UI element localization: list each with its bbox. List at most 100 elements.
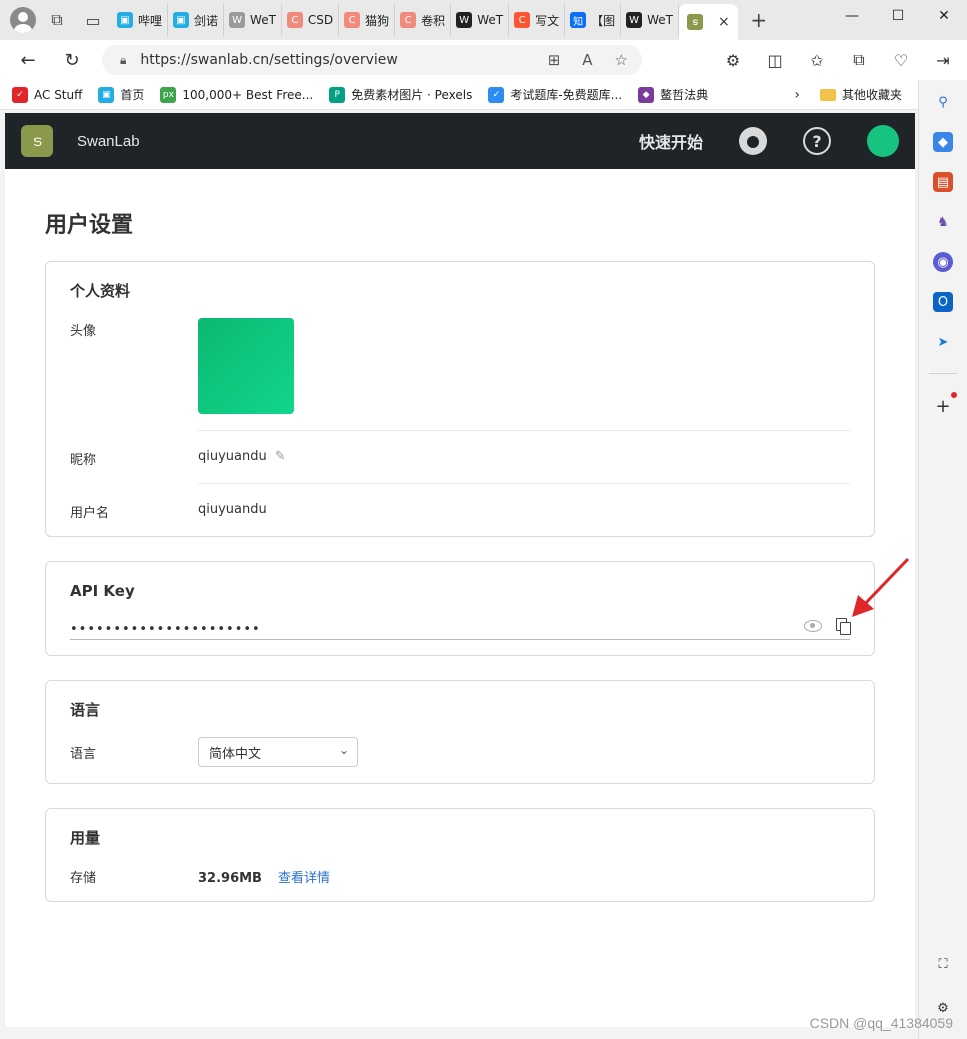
tab-favicon-icon: C <box>286 12 303 28</box>
tab-label: CSD <box>307 13 334 27</box>
close-tab-icon[interactable]: × <box>718 14 730 30</box>
storage-row: 32.96MB 查看详情 <box>198 867 330 886</box>
api-key-masked-input[interactable]: •••••••••••••••••••••• <box>70 622 261 637</box>
profile-card-title: 个人资料 <box>70 282 131 300</box>
notification-dot <box>951 392 957 398</box>
swanlab-logo-icon[interactable]: ട <box>21 125 53 157</box>
nickname-value-row: qiuyuandu ✎ <box>198 449 286 464</box>
extensions-icon[interactable]: ⚙ <box>715 45 751 75</box>
lock-icon: 🔒︎ <box>120 52 127 67</box>
tab-label: 哔哩 <box>138 13 163 28</box>
bookmark-item[interactable]: ▣ 首页 <box>98 86 144 103</box>
tab-favicon-icon: W <box>626 12 643 28</box>
url-text: https://swanlab.cn/settings/overview <box>140 52 398 68</box>
view-details-link[interactable]: 查看详情 <box>278 871 330 886</box>
bookmark-label: 首页 <box>120 88 145 102</box>
url-field[interactable]: 🔒︎ https://swanlab.cn/settings/overview … <box>102 45 642 75</box>
brand-name[interactable]: SwanLab <box>77 133 140 150</box>
tab-favicon-icon: C <box>514 12 531 28</box>
browser-tab[interactable]: C 写文 <box>509 4 566 36</box>
workspaces-icon[interactable]: ⧉ <box>42 5 72 35</box>
folder-icon <box>819 88 836 101</box>
edit-pencil-icon[interactable]: ✎ <box>275 449 286 464</box>
minimize-button[interactable]: — <box>829 0 875 32</box>
annotation-arrow <box>852 557 910 617</box>
tab-label: WeT <box>250 13 276 27</box>
outlook-icon[interactable]: O <box>933 292 953 312</box>
tab-label: WeT <box>647 13 673 27</box>
bookmark-item[interactable]: P 免费素材图片 · Pexels <box>329 86 472 103</box>
api-key-underline <box>70 639 850 640</box>
tools-icon[interactable]: ▤ <box>933 172 953 192</box>
favorites-icon[interactable]: ✩ <box>799 45 835 75</box>
new-tab-button[interactable]: + <box>744 5 774 35</box>
browser-tab[interactable]: 知【图 <box>565 4 622 36</box>
other-bookmarks-label: 其他收藏夹 <box>841 88 902 102</box>
eye-icon[interactable] <box>804 620 822 632</box>
help-icon[interactable]: ? <box>803 127 831 155</box>
screenshot-icon[interactable]: ⛶ <box>933 954 953 974</box>
tab-favicon-icon: C <box>400 12 417 28</box>
bookmark-favicon-icon: px <box>160 86 177 103</box>
bookmarks-overflow-icon[interactable]: › <box>794 87 800 103</box>
row-divider <box>198 430 850 431</box>
tab-label: 剑诺 <box>194 13 219 28</box>
user-avatar[interactable] <box>867 125 899 157</box>
back-button[interactable]: ← <box>10 44 46 76</box>
collections-icon[interactable]: ⧉ <box>841 45 877 75</box>
refresh-button[interactable]: ↻ <box>54 44 90 76</box>
username-label: 用户名 <box>70 506 110 521</box>
copilot-icon[interactable]: ◉ <box>933 252 953 272</box>
github-icon[interactable] <box>739 127 767 155</box>
language-card: 语言 语言 简体中文 ⌄ <box>45 680 875 784</box>
send-icon[interactable]: ➤ <box>933 332 953 352</box>
browser-tab[interactable]: C 卷积 <box>395 4 452 36</box>
browser-tab[interactable]: W WeT <box>224 4 282 36</box>
bookmark-label: 鳌哲法典 <box>660 88 709 102</box>
search-icon[interactable]: ⚲ <box>933 92 953 112</box>
add-icon[interactable]: + <box>933 396 953 417</box>
bookmark-label: 100,000+ Best Free... <box>182 87 314 102</box>
browser-tab[interactable]: C 猫狗 <box>339 4 396 36</box>
browser-tab[interactable]: W WeT <box>621 4 679 36</box>
quick-start-link[interactable]: 快速开始 <box>639 129 703 153</box>
sidebar-toggle-icon[interactable]: ⇥ <box>925 45 961 75</box>
bookmark-item[interactable]: ◆ 鳌哲法典 <box>638 86 708 103</box>
bookmark-favicon-icon: ✓ <box>488 86 505 103</box>
profile-icon[interactable] <box>10 7 36 33</box>
games-icon[interactable]: ♞ <box>933 212 953 232</box>
tab-label: WeT <box>477 13 504 27</box>
tab-actions-icon[interactable]: ▭ <box>78 5 108 35</box>
bookmark-item[interactable]: ✓ 考试题库-免费题库... <box>488 86 622 103</box>
window-controls: — ☐ ✕ <box>829 0 967 32</box>
other-bookmarks-folder[interactable]: 其他收藏夹 <box>819 86 902 103</box>
read-aloud-icon[interactable]: A <box>582 51 592 69</box>
bookmark-item[interactable]: ✓ AC Stuff <box>12 86 82 103</box>
tab-favicon-icon: C <box>344 12 361 28</box>
browser-tab[interactable]: ▣ 哔哩 <box>112 4 169 36</box>
tab-favicon-icon: ▣ <box>173 12 190 28</box>
settings-page: 用户设置 个人资料 头像 昵称 qiuyuandu ✎ 用户名 qiuyuandu… <box>5 169 915 1027</box>
bookmark-favicon-icon: ▣ <box>98 86 115 103</box>
browser-essentials-icon[interactable]: ♡ <box>883 45 919 75</box>
close-window-button[interactable]: ✕ <box>921 0 967 32</box>
profile-avatar[interactable] <box>198 318 294 414</box>
tab-label: 猫狗 <box>365 13 390 28</box>
active-tab-swanlab[interactable]: ട × <box>678 4 738 40</box>
bookmarks-bar: ✓ AC Stuff ▣ 首页 px 100,000+ Best Free... P 免费素材… <box>0 80 918 110</box>
browser-tab[interactable]: C CSD <box>282 4 340 36</box>
bookmark-item[interactable]: px 100,000+ Best Free... <box>160 86 314 103</box>
maximize-button[interactable]: ☐ <box>875 0 921 32</box>
tab-favicon-icon: W <box>456 12 473 28</box>
nickname-label: 昵称 <box>70 453 97 468</box>
browser-tab[interactable]: ▣ 剑诺 <box>168 4 225 36</box>
api-key-card: API Key •••••••••••••••••••••• <box>45 561 875 656</box>
browser-tab[interactable]: W WeT <box>451 4 510 36</box>
split-screen-icon[interactable]: ◫ <box>757 45 793 75</box>
language-select[interactable]: 简体中文 ⌄ <box>198 737 358 767</box>
app-available-icon[interactable]: ⊞ <box>548 51 561 69</box>
favorite-star-icon[interactable]: ☆ <box>615 51 628 69</box>
browser-tab-bar: ⧉ ▭ ▣ 哔哩 ▣ 剑诺 W WeT C CSD C 猫狗 C 卷积 W WeT C 写文知【图 W WeT ട ×… <box>0 0 967 40</box>
shopping-tag-icon[interactable]: ◆ <box>933 132 953 152</box>
profile-card: 个人资料 头像 昵称 qiuyuandu ✎ 用户名 qiuyuandu <box>45 261 875 537</box>
